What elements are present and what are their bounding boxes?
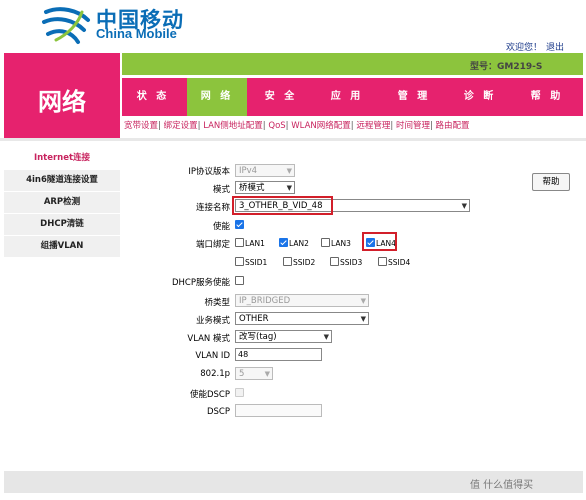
bridge-type-select[interactable]: IP_BRIDGED ▼ (235, 294, 369, 307)
divider (0, 138, 586, 141)
subnav-lan-address[interactable]: LAN侧地址配置 (203, 121, 263, 131)
subnav-binding[interactable]: 绑定设置 (164, 121, 198, 131)
vlan-mode-label: VLAN 模式 (187, 334, 230, 344)
bridge-type-label: 桥类型 (204, 298, 230, 308)
chevron-down-icon: ▼ (461, 202, 467, 210)
ssid2-label: SSID2 (293, 258, 316, 267)
sub-nav: 宽带设置| 绑定设置| LAN侧地址配置| QoS| WLAN网络配置| 远程管… (124, 121, 470, 131)
lan2-label: LAN2 (289, 239, 309, 248)
bridge-type-value: IP_BRIDGED (239, 296, 291, 306)
ssid2-checkbox[interactable] (283, 257, 292, 266)
ssid3-checkbox[interactable] (330, 257, 339, 266)
mode-label: 模式 (212, 185, 230, 195)
subnav-route[interactable]: 路由配置 (436, 121, 470, 131)
nav-help[interactable]: 帮 助 (516, 78, 578, 116)
highlight-box (362, 232, 397, 251)
enable-label: 使能 (212, 222, 230, 232)
ssid1-label: SSID1 (245, 258, 268, 267)
ip-version-select[interactable]: IPv4 ▼ (235, 164, 295, 177)
subnav-remote[interactable]: 远程管理 (356, 121, 390, 131)
subnav-wlan[interactable]: WLAN网络配置 (291, 121, 351, 131)
lan2-checkbox[interactable] (279, 238, 288, 247)
nav-management[interactable]: 管 理 (382, 78, 446, 116)
brand-name-en: China Mobile (96, 26, 177, 41)
subnav-broadband[interactable]: 宽带设置 (124, 121, 158, 131)
nav-status[interactable]: 状 态 (122, 78, 184, 116)
ip-version-label: IP协议版本 (188, 167, 230, 177)
priority-value: 5 (239, 369, 245, 379)
help-button[interactable]: 帮助 (532, 173, 570, 191)
dscp-label: DSCP (206, 407, 230, 417)
dscp-enable-label: 使能DSCP (189, 390, 230, 400)
service-mode-select[interactable]: OTHER ▼ (235, 312, 369, 325)
lan3-checkbox[interactable] (321, 238, 330, 247)
vlan-id-input[interactable]: 48 (235, 348, 322, 361)
service-mode-label: 业务模式 (195, 316, 230, 326)
ssid1-checkbox[interactable] (235, 257, 244, 266)
chevron-down-icon: ▼ (286, 184, 292, 192)
chevron-down-icon: ▼ (360, 297, 366, 305)
chevron-down-icon: ▼ (286, 167, 292, 175)
ip-version-value: IPv4 (239, 166, 258, 176)
sidebar-item-dhcp[interactable]: DHCP清链 (4, 214, 120, 236)
logout-link[interactable]: 退出 (546, 40, 564, 53)
enable-checkbox[interactable] (235, 220, 244, 229)
device-model: 型号：GM219-S (470, 62, 543, 72)
welcome-text: 欢迎您！ (506, 43, 543, 53)
nav-application[interactable]: 应 用 (316, 78, 378, 116)
chevron-down-icon: ▼ (264, 370, 270, 378)
lan1-label: LAN1 (245, 239, 265, 248)
chevron-down-icon: ▼ (360, 315, 366, 323)
section-title: 网络 (38, 88, 86, 116)
nav-network[interactable]: 网 络 (187, 78, 247, 116)
dscp-input[interactable] (235, 404, 322, 417)
dhcp-enable-label: DHCP服务使能 (172, 278, 230, 288)
port-binding-label: 端口绑定 (195, 240, 230, 250)
subnav-time[interactable]: 时间管理 (396, 121, 430, 131)
nav-security[interactable]: 安 全 (250, 78, 312, 116)
highlight-box (232, 196, 333, 215)
dhcp-enable-checkbox[interactable] (235, 276, 244, 285)
vlan-id-label: VLAN ID (195, 351, 230, 361)
service-mode-value: OTHER (239, 314, 269, 324)
ssid3-label: SSID3 (340, 258, 363, 267)
sidebar-item-4in6[interactable]: 4in6隧道连接设置 (4, 170, 120, 192)
dscp-enable-checkbox[interactable] (235, 388, 244, 397)
sidebar-item-arp[interactable]: ARP检测 (4, 192, 120, 214)
vlan-mode-value: 改写(tag) (239, 332, 277, 342)
sidebar-item-multicast-vlan[interactable]: 组播VLAN (4, 236, 120, 258)
priority-select[interactable]: 5 ▼ (235, 367, 273, 380)
priority-label: 802.1p (200, 369, 230, 379)
lan3-label: LAN3 (331, 239, 351, 248)
mode-select[interactable]: 桥模式 ▼ (235, 181, 295, 194)
mode-value: 桥模式 (239, 183, 265, 193)
lan1-checkbox[interactable] (235, 238, 244, 247)
subnav-qos[interactable]: QoS (268, 121, 285, 131)
vlan-mode-select[interactable]: 改写(tag) ▼ (235, 330, 332, 343)
ssid4-checkbox[interactable] (378, 257, 387, 266)
connection-name-label: 连接名称 (195, 203, 230, 213)
ssid4-label: SSID4 (388, 258, 411, 267)
chevron-down-icon: ▼ (323, 333, 329, 341)
watermark: 值 什么值得买 (470, 480, 534, 491)
sidebar: Internet连接 4in6隧道连接设置 ARP检测 DHCP清链 组播VLA… (4, 148, 120, 258)
sidebar-item-internet[interactable]: Internet连接 (4, 148, 120, 170)
nav-diagnosis[interactable]: 诊 断 (448, 78, 512, 116)
